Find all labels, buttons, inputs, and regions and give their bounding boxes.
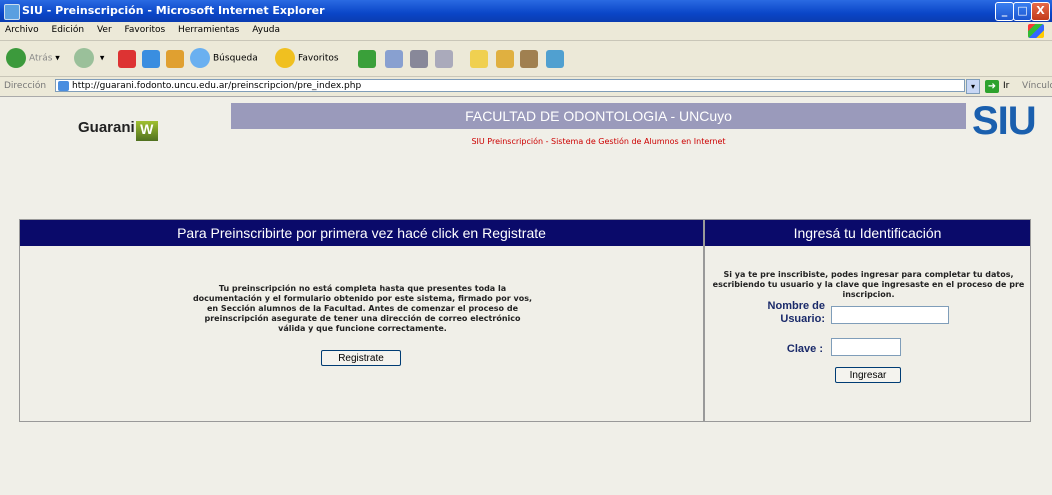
siu-logo: SIU [972, 99, 1037, 143]
go-arrow-icon[interactable]: ➜ [985, 80, 999, 93]
folder-icon[interactable] [470, 50, 488, 68]
password-label: Clave : [786, 343, 823, 355]
window-title: SIU - Preinscripción - Microsoft Interne… [22, 4, 325, 17]
address-bar: Dirección http://guarani.fodonto.uncu.ed… [0, 77, 1052, 97]
menu-ver[interactable]: Ver [92, 22, 117, 38]
address-label: Dirección [4, 81, 47, 91]
menu-herramientas[interactable]: Herramientas [173, 22, 244, 38]
back-arrow-icon [6, 48, 26, 68]
messenger-icon[interactable] [546, 50, 564, 68]
search-button[interactable]: Búsqueda [190, 48, 258, 68]
close-button[interactable]: X [1031, 2, 1050, 21]
forward-arrow-icon [74, 48, 94, 68]
register-panel: Para Preinscribirte por primera vez hacé… [19, 219, 704, 422]
menu-bar: Archivo Edición Ver Favoritos Herramient… [0, 22, 1052, 41]
password-input[interactable] [831, 338, 901, 356]
menu-archivo[interactable]: Archivo [0, 22, 44, 38]
username-label: Nombre de Usuario: [767, 300, 825, 325]
guarani-logo: Guarani W [78, 119, 158, 141]
login-panel: Ingresá tu Identificación Si ya te pre i… [704, 219, 1031, 422]
print-icon[interactable] [410, 50, 428, 68]
guarani-mark-icon: W [135, 121, 158, 141]
maximize-button[interactable]: □ [1013, 2, 1032, 21]
login-info-text: Si ya te pre inscribiste, podes ingresar… [712, 270, 1025, 299]
menu-ayuda[interactable]: Ayuda [247, 22, 285, 38]
go-button[interactable]: Ir [1003, 81, 1009, 91]
register-heading: Para Preinscribirte por primera vez hacé… [20, 220, 703, 246]
address-input[interactable]: http://guarani.fodonto.uncu.edu.ar/prein… [55, 79, 965, 92]
star-icon [275, 48, 295, 68]
search-icon [190, 48, 210, 68]
back-button[interactable]: Atrás ▾ [6, 48, 60, 68]
address-dropdown-button[interactable]: ▾ [966, 79, 980, 94]
favorites-button[interactable]: Favoritos [275, 48, 339, 68]
page-subtitle: SIU Preinscripción - Sistema de Gestión … [471, 137, 726, 146]
page-title: FACULTAD DE ODONTOLOGIA - UNCuyo [231, 103, 966, 129]
mail-icon[interactable] [385, 50, 403, 68]
page-content: Guarani W FACULTAD DE ODONTOLOGIA - UNCuy… [0, 97, 1052, 495]
menu-favoritos[interactable]: Favoritos [120, 22, 171, 38]
links-toolbar[interactable]: Vínculos [1022, 81, 1052, 91]
menu-edicion[interactable]: Edición [47, 22, 90, 38]
window-titlebar: SIU - Preinscripción - Microsoft Interne… [0, 0, 1052, 22]
history-icon[interactable] [358, 50, 376, 68]
username-input[interactable] [831, 306, 949, 324]
forward-button[interactable]: ▾ [74, 48, 104, 68]
windows-logo-icon [1028, 24, 1044, 38]
toolbar: Atrás ▾ ▾ Búsqueda Favoritos [0, 41, 1052, 77]
register-button[interactable]: Registrate [321, 350, 401, 366]
register-info-text: Tu preinscripción no está completa hasta… [192, 284, 533, 333]
login-heading: Ingresá tu Identificación [705, 220, 1030, 246]
ie-app-icon [4, 4, 20, 20]
login-button[interactable]: Ingresar [835, 367, 901, 383]
research-icon[interactable] [520, 50, 538, 68]
stop-icon[interactable] [118, 50, 136, 68]
refresh-icon[interactable] [142, 50, 160, 68]
page-icon [58, 81, 69, 91]
edit-icon[interactable] [435, 50, 453, 68]
pencil-icon[interactable] [496, 50, 514, 68]
home-icon[interactable] [166, 50, 184, 68]
minimize-button[interactable]: _ [995, 2, 1014, 21]
